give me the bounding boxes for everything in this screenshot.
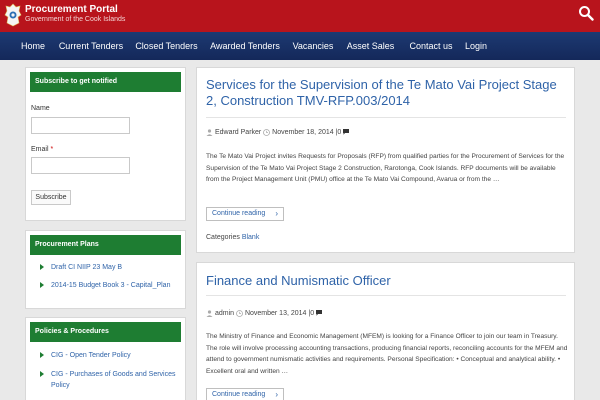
policies-heading: Policies & Procedures [30, 322, 181, 342]
comment-icon[interactable] [343, 129, 350, 135]
categories-label: Categories [206, 234, 240, 241]
clock-icon [236, 309, 243, 317]
email-input[interactable] [31, 157, 130, 174]
bullet-icon [40, 264, 44, 270]
nav-closed-tenders[interactable]: Closed Tenders [133, 32, 200, 60]
continue-reading-button[interactable]: Continue reading › [206, 388, 284, 400]
comment-icon[interactable] [316, 310, 323, 316]
post-excerpt: The Ministry of Finance and Economic Man… [206, 333, 568, 375]
user-icon [206, 310, 213, 317]
site-header: Procurement Portal Government of the Coo… [0, 0, 600, 32]
subscribe-heading: Subscribe to get notified [30, 72, 181, 92]
continue-reading-label: Continue reading [212, 391, 266, 398]
nav-login[interactable]: Login [462, 32, 490, 60]
bullet-icon [40, 282, 44, 288]
subscribe-button[interactable]: Subscribe [31, 190, 71, 205]
post-author[interactable]: Edward Parker [215, 129, 261, 136]
clock-icon [263, 128, 271, 136]
name-label: Name [31, 105, 50, 112]
bullet-icon [40, 371, 44, 377]
subscribe-widget: Subscribe to get notified Name Email * S… [25, 67, 186, 221]
post-date: November 13, 2014 [244, 310, 307, 317]
procurement-plans-widget: Procurement Plans Draft CI NIIP 23 May B… [25, 230, 186, 309]
nav-asset-sales[interactable]: Asset Sales [343, 32, 398, 60]
continue-reading-label: Continue reading [212, 210, 266, 217]
chevron-right-icon: › [275, 390, 278, 399]
search-icon[interactable] [578, 5, 594, 21]
post-categories: Categories Blank [206, 234, 259, 241]
comment-count[interactable]: 0 [310, 310, 314, 317]
user-icon [206, 129, 213, 136]
main-nav: Home Current Tenders Closed Tenders Awar… [0, 32, 600, 60]
site-subtitle: Government of the Cook Islands [25, 16, 126, 23]
comment-count[interactable]: 0 [337, 129, 341, 136]
plan-link[interactable]: Draft CI NIIP 23 May B [51, 262, 183, 273]
coat-of-arms-icon[interactable] [4, 3, 22, 27]
post-meta: admin November 13, 2014 |0 [206, 309, 323, 318]
nav-awarded-tenders[interactable]: Awarded Tenders [207, 32, 283, 60]
divider [206, 295, 566, 296]
nav-vacancies[interactable]: Vacancies [289, 32, 337, 60]
policy-link[interactable]: CIG - Open Tender Policy [51, 350, 183, 361]
email-label: Email * [31, 146, 54, 153]
divider [206, 117, 566, 118]
policies-widget: Policies & Procedures CIG - Open Tender … [25, 317, 186, 400]
continue-reading-button[interactable]: Continue reading › [206, 207, 284, 221]
post-article: Services for the Supervision of the Te M… [196, 67, 575, 253]
required-mark: * [50, 146, 54, 153]
procurement-plans-heading: Procurement Plans [30, 235, 181, 255]
post-author[interactable]: admin [215, 310, 234, 317]
nav-home[interactable]: Home [16, 32, 50, 60]
post-excerpt: The Te Mato Vai Project invites Requests… [206, 153, 565, 183]
chevron-right-icon: › [275, 209, 278, 218]
post-date: November 18, 2014 [272, 129, 334, 136]
plan-link[interactable]: 2014-15 Budget Book 3 - Capital_Plan [51, 280, 183, 291]
policy-link[interactable]: CIG - Purchases of Goods and Services Po… [51, 369, 183, 391]
post-meta: Edward Parker November 18, 2014 |0 [206, 128, 350, 137]
post-title[interactable]: Finance and Numismatic Officer [206, 273, 566, 289]
category-link[interactable]: Blank [242, 234, 260, 241]
nav-current-tenders[interactable]: Current Tenders [56, 32, 126, 60]
nav-contact-us[interactable]: Contact us [405, 32, 457, 60]
name-input[interactable] [31, 117, 130, 134]
post-title[interactable]: Services for the Supervision of the Te M… [206, 77, 566, 109]
bullet-icon [40, 352, 44, 358]
post-article: Finance and Numismatic Officer admin Nov… [196, 262, 575, 400]
